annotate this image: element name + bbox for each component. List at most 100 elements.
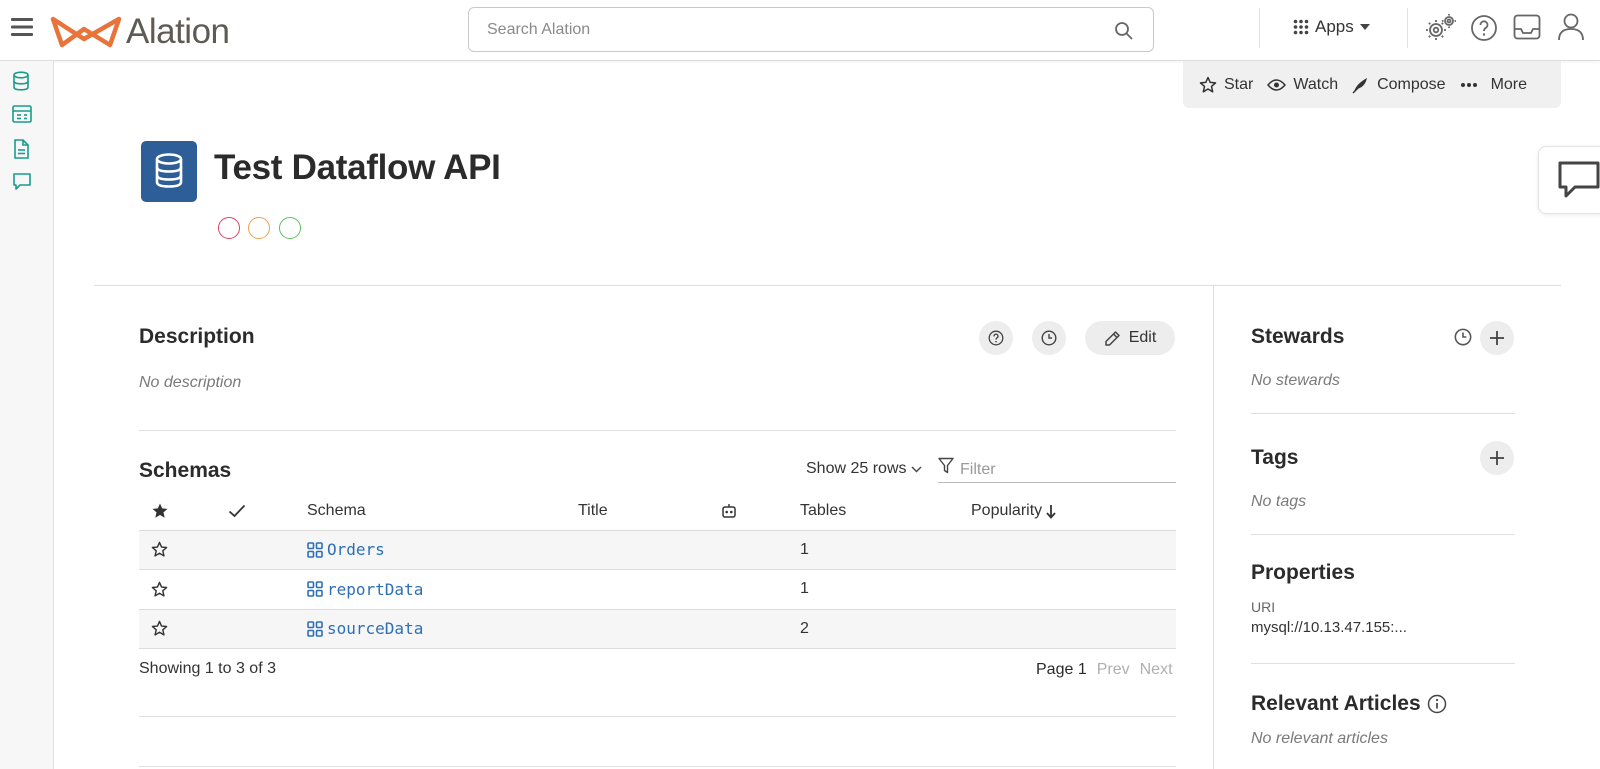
help-icon [988, 330, 1004, 346]
star-icon [151, 541, 228, 558]
more-label: More [1490, 75, 1528, 93]
schemas-table: Schema Title Tables Popularity Orders 1 [139, 493, 1176, 649]
starred-column-header[interactable] [139, 493, 228, 531]
table-header-row: Schema Title Tables Popularity [139, 493, 1176, 531]
schema-link[interactable]: reportData [327, 580, 423, 599]
edit-description-button[interactable]: Edit [1085, 321, 1175, 355]
pencil-icon [1104, 330, 1121, 347]
rows-per-page-label: Show 25 rows [806, 460, 907, 477]
inbox-icon[interactable] [1513, 14, 1541, 40]
schema-icon [307, 541, 323, 558]
relevant-articles-empty-text: No relevant articles [1251, 730, 1388, 747]
alation-logo[interactable]: Alation [50, 12, 230, 52]
pagination: Page 1 Prev Next [1036, 661, 1173, 679]
relevant-articles-heading: Relevant Articles [1251, 692, 1421, 715]
schema-icon [307, 620, 323, 637]
navbar-divider [1259, 8, 1260, 48]
help-icon[interactable] [1470, 14, 1498, 42]
rows-per-page-select[interactable]: Show 25 rows [806, 460, 922, 478]
column-divider [1213, 286, 1214, 769]
section-divider [139, 766, 1176, 767]
popularity-cell [971, 530, 1176, 570]
title-column-header[interactable]: Title [578, 493, 721, 531]
eye-icon [1267, 78, 1287, 92]
schema-icon [307, 581, 323, 598]
schema-filter[interactable] [938, 455, 1176, 483]
schema-column-header[interactable]: Schema [307, 493, 578, 531]
settings-gears-icon[interactable] [1425, 13, 1457, 43]
star-toggle[interactable] [139, 530, 228, 570]
endorsed-cell [228, 530, 307, 570]
add-steward-button[interactable] [1480, 321, 1514, 355]
more-button[interactable]: More [1460, 76, 1527, 94]
tables-cell: 1 [800, 569, 971, 610]
top-navbar: Alation Apps [0, 0, 1600, 61]
chevron-down-icon [911, 466, 922, 473]
bot-cell [721, 569, 800, 610]
ellipsis-icon [1460, 82, 1478, 88]
popularity-column-header[interactable]: Popularity [971, 493, 1176, 531]
caret-down-icon [1359, 24, 1370, 30]
section-divider [139, 716, 1176, 717]
plus-icon [1489, 330, 1505, 346]
uri-label: URI [1251, 599, 1276, 615]
add-tag-button[interactable] [1480, 441, 1514, 475]
document-icon[interactable] [12, 139, 30, 159]
pagination-summary: Showing 1 to 3 of 3 [139, 660, 276, 677]
description-history-button[interactable] [1032, 321, 1066, 355]
schema-cell: sourceData [307, 609, 578, 649]
sidebar-divider [1251, 663, 1515, 664]
properties-heading: Properties [1251, 561, 1355, 584]
popularity-cell [971, 569, 1176, 610]
sidebar-divider [1251, 534, 1515, 535]
schema-link[interactable]: Orders [327, 540, 385, 559]
apps-menu-button[interactable]: Apps [1293, 17, 1370, 37]
quill-icon [1352, 76, 1370, 94]
star-filled-icon [151, 502, 228, 520]
clock-icon [1041, 330, 1057, 346]
sort-down-arrow-icon [1046, 504, 1056, 519]
schema-link[interactable]: sourceData [327, 619, 423, 638]
watch-button[interactable]: Watch [1267, 76, 1338, 94]
star-toggle[interactable] [139, 569, 228, 610]
deprecation-flag[interactable] [218, 217, 240, 239]
stewards-history-icon[interactable] [1454, 328, 1472, 346]
bot-column-header[interactable] [721, 493, 800, 531]
prev-page-button[interactable]: Prev [1097, 661, 1130, 679]
filter-input[interactable] [960, 461, 1170, 479]
relevant-articles-header: Relevant Articles [1251, 692, 1447, 716]
alation-logo-icon [50, 16, 122, 48]
schema-cell: reportData [307, 569, 578, 610]
search-icon[interactable] [1114, 21, 1133, 40]
schemas-heading: Schemas [139, 459, 232, 482]
tables-column-header[interactable]: Tables [800, 493, 971, 531]
star-button[interactable]: Star [1199, 76, 1253, 94]
menu-icon[interactable] [11, 17, 33, 37]
database-icon[interactable] [12, 71, 30, 91]
search-input[interactable] [487, 18, 1087, 42]
endorsed-column-header[interactable] [228, 493, 307, 531]
star-label: Star [1224, 75, 1254, 93]
page-indicator: Page 1 [1036, 661, 1087, 678]
checkmark-icon [228, 504, 307, 518]
app-name: Alation [126, 12, 230, 51]
user-icon[interactable] [1557, 12, 1585, 42]
info-icon[interactable] [1427, 694, 1447, 714]
object-action-bar: Star Watch Compose More [1183, 61, 1561, 108]
warning-flag[interactable] [248, 217, 270, 239]
stewards-empty-text: No stewards [1251, 372, 1340, 389]
chat-panel-toggle[interactable] [1538, 146, 1600, 214]
tags-empty-text: No tags [1251, 493, 1307, 510]
popularity-label: Popularity [971, 502, 1043, 520]
description-heading: Description [139, 325, 255, 348]
conversation-icon[interactable] [12, 172, 32, 192]
compose-button[interactable]: Compose [1352, 76, 1446, 94]
description-help-button[interactable] [979, 321, 1013, 355]
global-search[interactable] [468, 7, 1154, 52]
endorsement-flag[interactable] [279, 217, 301, 239]
star-toggle[interactable] [139, 609, 228, 649]
endorsed-cell [228, 569, 307, 610]
table-icon[interactable] [12, 105, 32, 123]
next-page-button[interactable]: Next [1140, 661, 1173, 679]
navbar-divider [1407, 8, 1408, 48]
